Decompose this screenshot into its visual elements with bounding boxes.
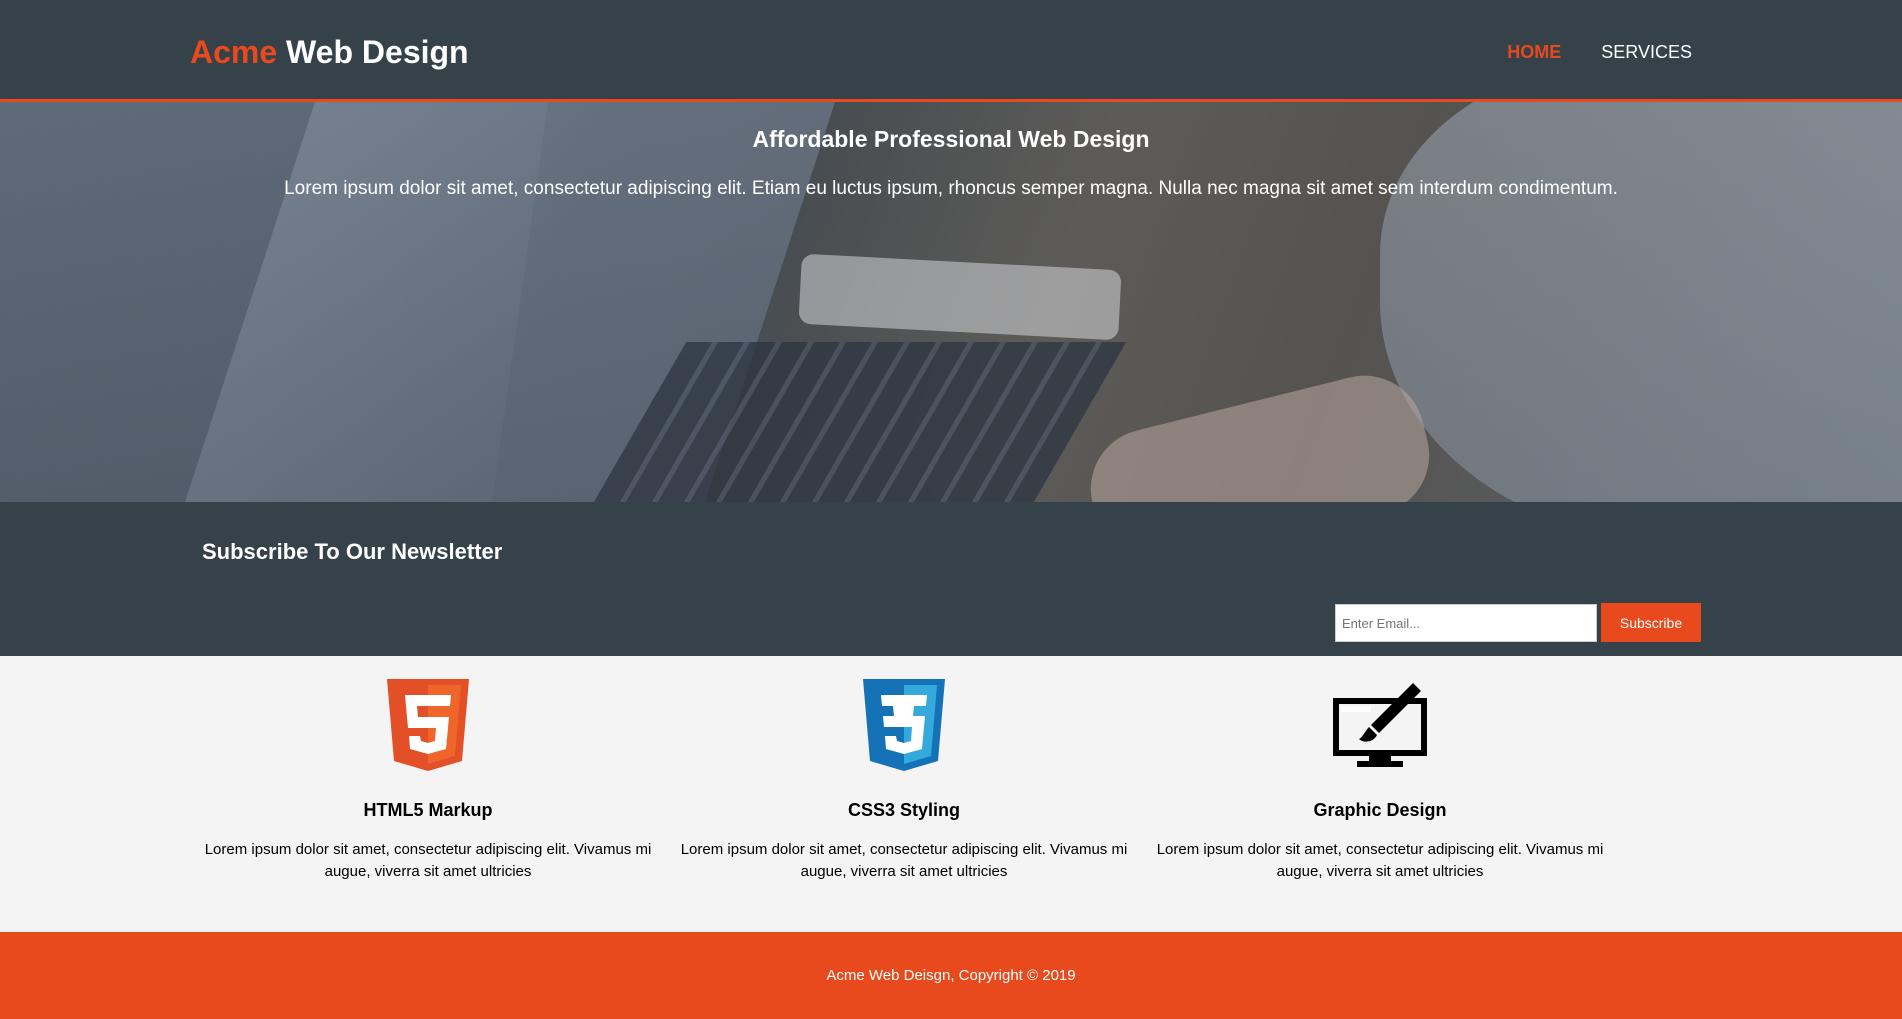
nav-link-services[interactable]: SERVICES xyxy=(1601,42,1692,63)
showcase-title: Affordable Professional Web Design xyxy=(752,126,1150,152)
feature-box-graphic-design: Graphic Design Lorem ipsum dolor sit ame… xyxy=(1142,670,1618,883)
monitor-brush-icon xyxy=(1142,670,1618,780)
site-header: Acme Web Design HOME SERVICES xyxy=(0,0,1902,102)
brand-logo[interactable]: Acme Web Design xyxy=(190,34,469,71)
newsletter-section: Subscribe To Our Newsletter Subscribe xyxy=(0,502,1902,656)
brand-name: Web Design xyxy=(286,34,469,70)
showcase-text: Lorem ipsum dolor sit amet, consectetur … xyxy=(284,178,1618,199)
copyright-text: Acme Web Deisgn, Copyright © 2019 xyxy=(826,967,1076,984)
feature-text: Lorem ipsum dolor sit amet, consectetur … xyxy=(1156,841,1604,880)
nav-link-home[interactable]: HOME xyxy=(1507,42,1561,63)
newsletter-title: Subscribe To Our Newsletter xyxy=(202,539,503,564)
feature-title: CSS3 Styling xyxy=(847,800,961,820)
css3-logo-icon xyxy=(666,670,1142,780)
showcase-hero: Affordable Professional Web Design Lorem… xyxy=(0,102,1902,502)
feature-text: Lorem ipsum dolor sit amet, consectetur … xyxy=(680,841,1128,880)
brand-highlight: Acme xyxy=(190,34,278,70)
hero-hand xyxy=(1078,362,1442,502)
hero-person xyxy=(1380,102,1902,502)
main-nav: HOME SERVICES xyxy=(1507,42,1692,63)
email-input[interactable] xyxy=(1335,604,1597,642)
feature-text: Lorem ipsum dolor sit amet, consectetur … xyxy=(204,841,652,880)
feature-title: HTML5 Markup xyxy=(363,800,493,820)
feature-box-html5: HTML5 Markup Lorem ipsum dolor sit amet,… xyxy=(190,670,666,883)
hero-phone xyxy=(798,253,1122,341)
feature-box-css3: CSS3 Styling Lorem ipsum dolor sit amet,… xyxy=(666,670,1142,883)
site-footer: Acme Web Deisgn, Copyright © 2019 xyxy=(0,932,1902,1019)
feature-title: Graphic Design xyxy=(1313,800,1447,820)
html5-logo-icon xyxy=(190,670,666,780)
subscribe-button[interactable]: Subscribe xyxy=(1601,603,1701,642)
hero-keyboard xyxy=(593,342,1127,502)
